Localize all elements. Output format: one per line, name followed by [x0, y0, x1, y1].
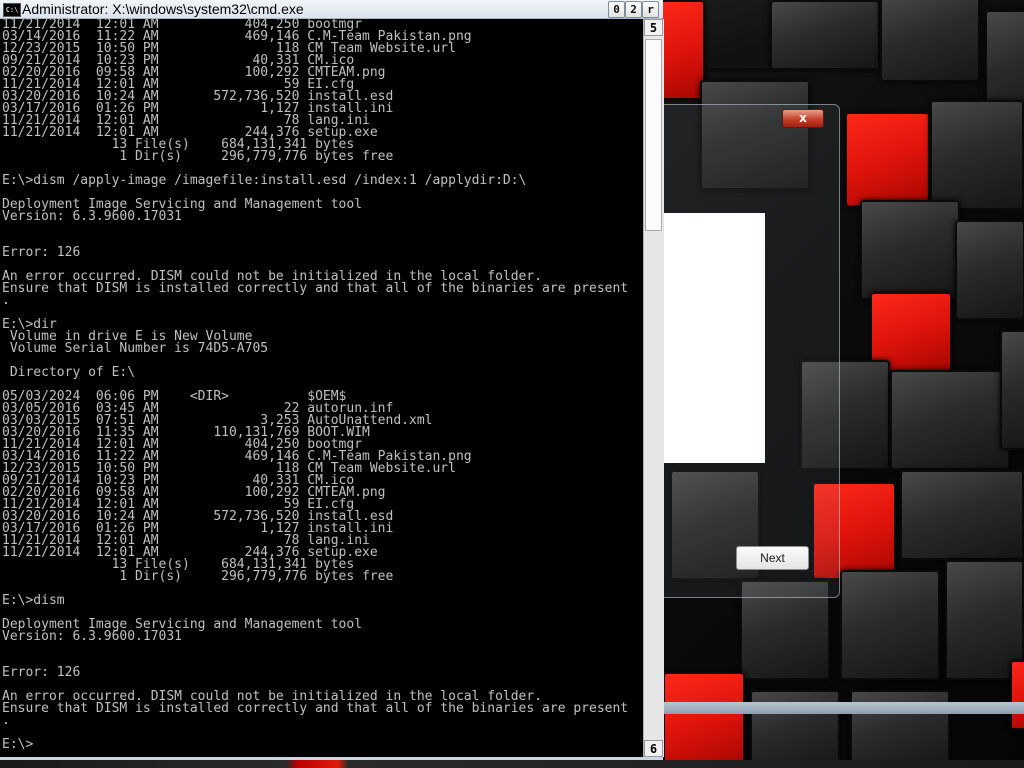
- cmd-titlebar[interactable]: C:\ Administrator: X:\windows\system32\c…: [0, 0, 663, 19]
- taskbar-edge: [0, 760, 1024, 768]
- background-cube: [930, 100, 1024, 210]
- scroll-thumb[interactable]: [645, 39, 662, 231]
- cmd-window: C:\ Administrator: X:\windows\system32\c…: [0, 0, 664, 760]
- console-line: Directory of E:\: [2, 365, 136, 380]
- console-line: Error: 126: [2, 245, 81, 260]
- background-cube-red: [660, 0, 705, 100]
- window-title: Administrator: X:\windows\system32\cmd.e…: [22, 1, 304, 17]
- background-cube: [1000, 330, 1024, 450]
- close-button[interactable]: r: [642, 1, 659, 18]
- background-cube: [840, 570, 940, 680]
- background-cube: [955, 220, 1024, 320]
- cmd-app-icon[interactable]: C:\: [3, 3, 21, 17]
- background-cube-red: [845, 112, 930, 207]
- console-text: 11/21/2014 12:01 AM 404,250 bootmgr 03/1…: [0, 19, 643, 751]
- background-cube: [770, 0, 880, 70]
- console-line: 1 Dir(s) 296,779,776 bytes free: [2, 569, 394, 584]
- console-line: E:\>: [2, 737, 34, 752]
- background-cube: [860, 200, 960, 300]
- minimize-button[interactable]: 0: [608, 1, 625, 18]
- window-edge-strip: [663, 702, 1024, 714]
- console-line: Ensure that DISM is installed correctly …: [2, 701, 629, 716]
- setup-close-button[interactable]: x: [782, 109, 824, 128]
- maximize-button[interactable]: 2: [625, 1, 642, 18]
- console-line: Version: 6.3.9600.17031: [2, 629, 183, 644]
- background-cube: [890, 370, 1010, 470]
- vertical-scrollbar[interactable]: 5 6: [643, 19, 664, 757]
- console-line: Ensure that DISM is installed correctly …: [2, 281, 629, 296]
- scroll-up-button[interactable]: 5: [644, 19, 663, 36]
- background-cube-red: [663, 672, 745, 768]
- console-line: Version: 6.3.9600.17031: [2, 209, 183, 224]
- next-button[interactable]: Next: [736, 546, 809, 570]
- console-line: .: [2, 293, 10, 308]
- console-line: Error: 126: [2, 665, 81, 680]
- console-line: .: [2, 713, 10, 728]
- background-cube-red: [1010, 660, 1024, 730]
- scroll-down-button[interactable]: 6: [644, 740, 663, 757]
- console-line: Volume Serial Number is 74D5-A705: [2, 341, 269, 356]
- console-line: E:\>dism /apply-image /imagefile:install…: [2, 173, 527, 188]
- background-cube: [880, 0, 980, 82]
- console-line: 1 Dir(s) 296,779,776 bytes free: [2, 149, 394, 164]
- background-cube: [900, 470, 1024, 560]
- console-line: E:\>dism: [2, 593, 65, 608]
- console-output[interactable]: 11/21/2014 12:01 AM 404,250 bootmgr 03/1…: [0, 19, 643, 757]
